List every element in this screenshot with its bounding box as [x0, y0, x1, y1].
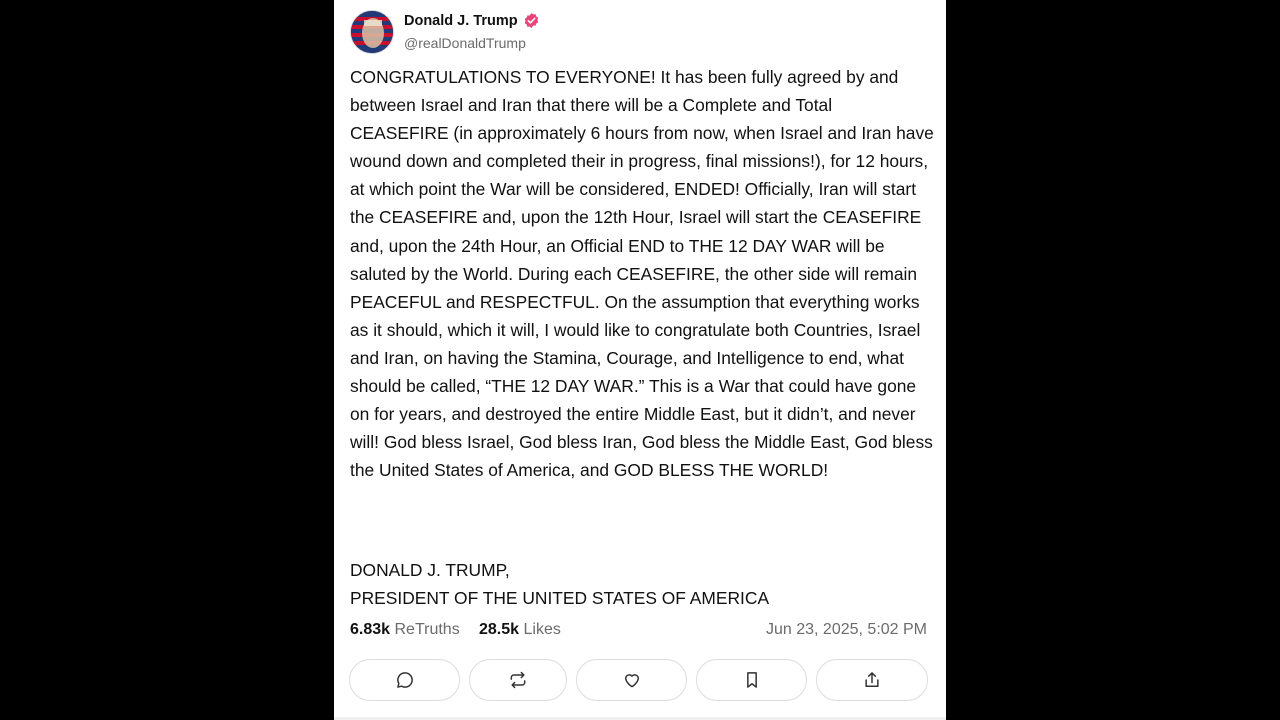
display-name[interactable]: Donald J. Trump: [404, 13, 518, 29]
retruth-button[interactable]: [469, 659, 567, 701]
retruths-stat[interactable]: 6.83k ReTruths: [350, 621, 460, 639]
user-handle[interactable]: @realDonaldTrump: [404, 35, 526, 51]
action-bar: [334, 659, 946, 703]
heart-icon: [624, 674, 639, 688]
likes-stat[interactable]: 28.5k Likes: [479, 621, 561, 639]
like-button[interactable]: [576, 659, 687, 701]
avatar[interactable]: [350, 10, 394, 54]
verified-badge-icon: [523, 12, 540, 29]
post-signature: DONALD J. TRUMP, PRESIDENT OF THE UNITED…: [350, 556, 935, 612]
share-button[interactable]: [816, 659, 928, 701]
post-card: Donald J. Trump @realDonaldTrump CONGRAT…: [334, 0, 946, 720]
avatar-image: [351, 11, 393, 53]
post-header: Donald J. Trump @realDonaldTrump: [350, 10, 930, 54]
likes-label: Likes: [523, 621, 561, 638]
reply-button[interactable]: [349, 659, 460, 701]
retruths-count: 6.83k: [350, 621, 391, 638]
bookmark-icon: [746, 672, 757, 688]
likes-count: 28.5k: [479, 621, 520, 638]
post-timestamp[interactable]: Jun 23, 2025, 5:02 PM: [766, 621, 927, 639]
signature-title: PRESIDENT OF THE UNITED STATES OF AMERIC…: [350, 588, 770, 609]
share-icon: [865, 672, 879, 687]
bookmark-button[interactable]: [696, 659, 807, 701]
comment-icon: [396, 672, 413, 688]
retruth-icon: [510, 671, 526, 689]
post-text: CONGRATULATIONS TO EVERYONE! It has been…: [350, 67, 939, 481]
signature-name: DONALD J. TRUMP,: [350, 560, 510, 580]
name-row: Donald J. Trump: [404, 12, 540, 29]
post-stats: 6.83k ReTruths 28.5k Likes Jun 23, 2025,…: [350, 621, 927, 643]
retruths-label: ReTruths: [394, 621, 460, 638]
